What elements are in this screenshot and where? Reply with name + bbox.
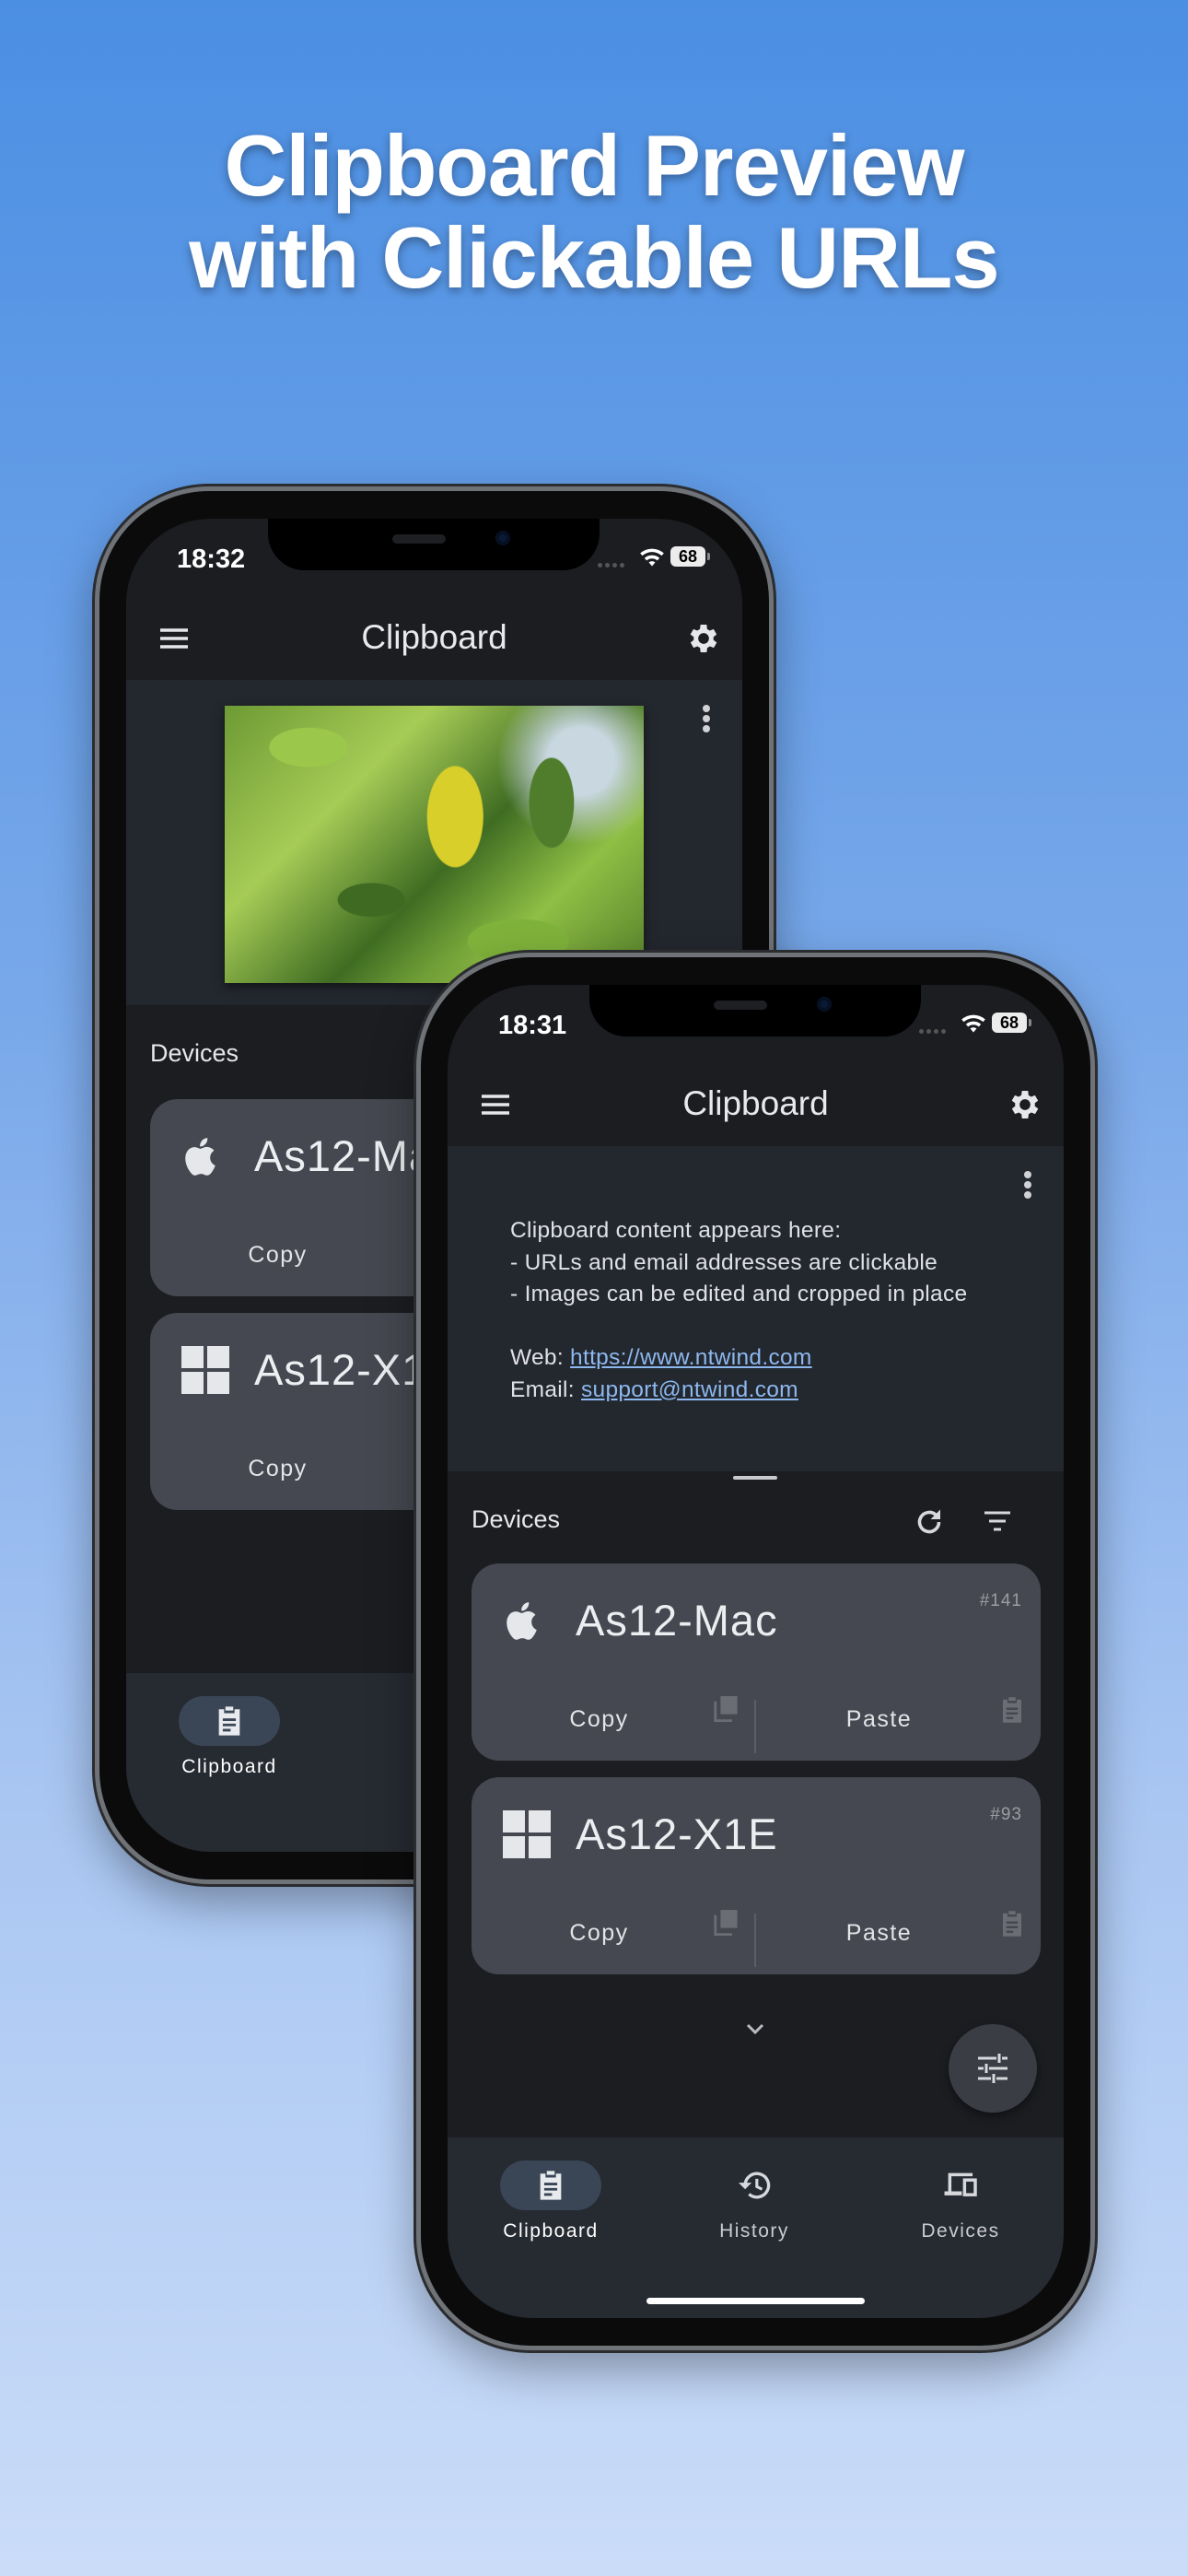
copy-label: Copy bbox=[569, 1920, 629, 1946]
status-time: 18:32 bbox=[177, 544, 246, 574]
front-phone: 18:31 68 Clipboard Clipboard content app… bbox=[416, 953, 1095, 2350]
nav-devices-label: Devices bbox=[921, 2220, 1000, 2242]
app-bar: Clipboard bbox=[126, 598, 742, 680]
battery-level: 68 bbox=[992, 1013, 1031, 1033]
settings-gear-icon[interactable] bbox=[1007, 1086, 1043, 1123]
copy-icon bbox=[714, 1910, 738, 1936]
paste-label: Paste bbox=[845, 1920, 913, 1946]
notch bbox=[589, 985, 921, 1036]
nav-clipboard[interactable]: Clipboard bbox=[468, 2137, 634, 2257]
apple-icon bbox=[507, 1602, 537, 1640]
devices-heading: Devices bbox=[150, 1039, 239, 1067]
nav-clipboard-label: Clipboard bbox=[181, 1756, 277, 1777]
clipboard-icon bbox=[218, 1706, 240, 1736]
headline: Clipboard Preview with Clickable URLs bbox=[0, 120, 1188, 304]
clipboard-text-preview: Clipboard content appears here: - URLs a… bbox=[510, 1215, 967, 1406]
nav-devices[interactable]: Devices bbox=[878, 2137, 1043, 2257]
app-title: Clipboard bbox=[682, 1084, 829, 1122]
status-time: 18:31 bbox=[498, 1011, 567, 1040]
copy-button[interactable]: Copy bbox=[472, 1683, 754, 1761]
apple-icon bbox=[185, 1138, 215, 1176]
clipboard-preview-panel: Clipboard content appears here: - URLs a… bbox=[448, 1146, 1064, 1471]
more-vert-icon[interactable] bbox=[1023, 1170, 1032, 1200]
more-vert-icon[interactable] bbox=[702, 704, 711, 733]
clipboard-icon bbox=[1003, 1697, 1021, 1723]
preview-line: - URLs and email addresses are clickable bbox=[510, 1249, 938, 1275]
copy-icon bbox=[714, 1696, 738, 1722]
filter-icon[interactable] bbox=[983, 1510, 1012, 1534]
clipboard-icon bbox=[1003, 1911, 1021, 1937]
preview-line: - Images can be edited and cropped in pl… bbox=[510, 1282, 968, 1306]
headline-line-1: Clipboard Preview bbox=[224, 117, 964, 214]
clipboard-icon bbox=[540, 2171, 562, 2200]
refresh-icon[interactable] bbox=[913, 1505, 946, 1539]
tune-icon bbox=[978, 2054, 1007, 2083]
settings-gear-icon[interactable] bbox=[685, 620, 722, 657]
nav-history[interactable]: History bbox=[671, 2137, 837, 2257]
home-indicator[interactable] bbox=[646, 2298, 865, 2304]
wifi-icon bbox=[961, 1014, 985, 1033]
paste-button[interactable]: Paste bbox=[754, 1897, 1041, 1974]
devices-heading: Devices bbox=[472, 1505, 561, 1533]
devices-icon bbox=[944, 2172, 977, 2196]
notch bbox=[268, 519, 600, 570]
device-card[interactable]: As12-Mac #141 Copy Paste bbox=[472, 1563, 1041, 1761]
signal-icon bbox=[919, 1029, 946, 1034]
device-name: As12-X1E bbox=[576, 1809, 778, 1858]
device-name: As12-Mac bbox=[576, 1596, 778, 1645]
headline-line-2: with Clickable URLs bbox=[189, 209, 999, 306]
bottom-nav: Clipboard History Devices bbox=[448, 2137, 1064, 2318]
preview-line: Clipboard content appears here: bbox=[510, 1218, 842, 1243]
signal-icon bbox=[598, 563, 624, 568]
device-number: #141 bbox=[979, 1591, 1022, 1610]
battery-level: 68 bbox=[670, 546, 710, 567]
nav-clipboard-label: Clipboard bbox=[503, 2220, 599, 2242]
chevron-down-icon[interactable] bbox=[742, 2020, 768, 2037]
copy-button[interactable]: Copy bbox=[472, 1897, 754, 1974]
clipboard-image-preview[interactable] bbox=[225, 706, 644, 983]
app-bar: Clipboard bbox=[448, 1064, 1064, 1146]
copy-button[interactable]: Copy bbox=[150, 1433, 433, 1510]
tune-fab-button[interactable] bbox=[949, 2024, 1037, 2113]
copy-label: Copy bbox=[569, 1706, 629, 1732]
copy-label: Copy bbox=[248, 1242, 308, 1268]
web-label: Web: bbox=[510, 1345, 571, 1370]
nav-history-label: History bbox=[719, 2220, 789, 2242]
history-icon bbox=[739, 2172, 771, 2199]
web-link[interactable]: https://www.ntwind.com bbox=[570, 1345, 812, 1370]
copy-button[interactable]: Copy bbox=[150, 1219, 433, 1296]
drag-handle[interactable] bbox=[733, 1476, 777, 1480]
email-link[interactable]: support@ntwind.com bbox=[581, 1377, 798, 1402]
device-number: #93 bbox=[990, 1805, 1022, 1824]
paste-button[interactable]: Paste bbox=[754, 1683, 1041, 1761]
paste-label: Paste bbox=[845, 1706, 913, 1732]
copy-label: Copy bbox=[248, 1456, 308, 1481]
nav-clipboard[interactable]: Clipboard bbox=[146, 1673, 312, 1793]
app-title: Clipboard bbox=[361, 618, 507, 656]
email-label: Email: bbox=[510, 1376, 581, 1402]
windows-icon bbox=[503, 1810, 551, 1858]
windows-icon bbox=[181, 1346, 229, 1394]
device-card[interactable]: As12-X1E #93 Copy Paste bbox=[472, 1777, 1041, 1974]
front-phone-screen: 18:31 68 Clipboard Clipboard content app… bbox=[448, 985, 1064, 2318]
wifi-icon bbox=[640, 548, 664, 567]
